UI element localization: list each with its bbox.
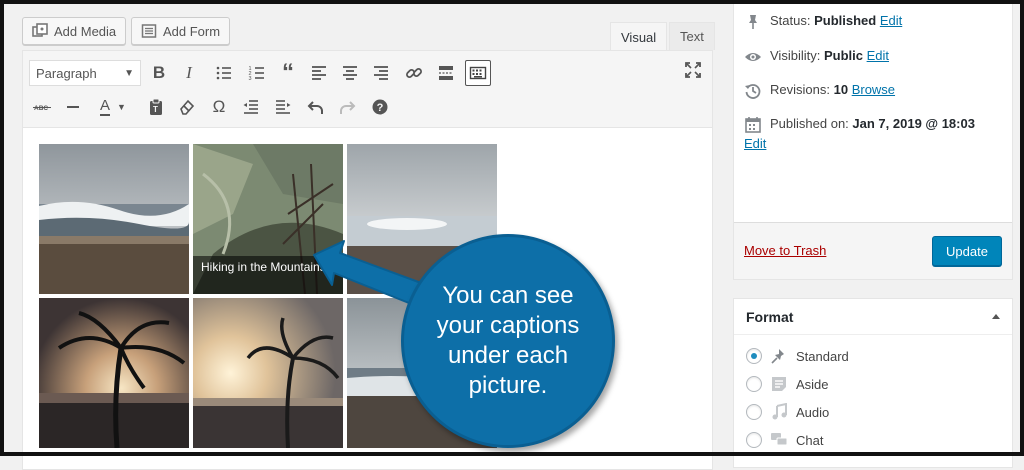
visibility-edit-link[interactable]: Edit — [867, 48, 889, 63]
status-row: Status: Published Edit — [744, 13, 902, 31]
read-more-icon[interactable] — [433, 60, 459, 86]
format-option-aside[interactable]: Aside — [746, 375, 829, 393]
numbered-list-icon[interactable]: 123 — [244, 60, 270, 86]
format-select-value: Paragraph — [36, 65, 97, 81]
add-form-label: Add Form — [163, 23, 221, 39]
gallery-image-palm-sunset-1[interactable] — [39, 298, 189, 448]
publish-actions: Move to Trash Update — [734, 222, 1012, 279]
outdent-icon[interactable] — [238, 94, 264, 120]
pin-icon — [771, 349, 784, 364]
status-value: Published — [814, 13, 877, 28]
update-button[interactable]: Update — [932, 236, 1002, 266]
svg-text:ABC: ABC — [34, 105, 48, 112]
status-edit-link[interactable]: Edit — [880, 13, 902, 28]
format-radio-standard[interactable] — [746, 348, 762, 364]
visibility-value: Public — [823, 48, 863, 63]
revisions-row: Revisions: 10 Browse — [744, 82, 895, 100]
revisions-value: 10 — [833, 82, 849, 97]
bulleted-list-icon[interactable] — [211, 60, 237, 86]
format-panel-header[interactable]: Format — [734, 299, 1012, 335]
aside-icon — [772, 377, 786, 391]
svg-text:T: T — [153, 105, 158, 114]
horizontal-line-icon[interactable] — [60, 94, 86, 120]
help-icon[interactable]: ? — [367, 94, 393, 120]
gallery-image-beach-wave[interactable] — [39, 144, 189, 294]
published-on-value: Jan 7, 2019 @ 18:03 — [852, 116, 975, 131]
tab-text[interactable]: Text — [669, 22, 715, 50]
format-radio-audio[interactable] — [746, 404, 762, 420]
tab-visual[interactable]: Visual — [610, 22, 668, 51]
collapse-caret-icon[interactable] — [992, 314, 1000, 319]
toolbar-toggle-icon[interactable] — [465, 60, 491, 86]
text-color-icon[interactable]: A ▼ — [93, 94, 133, 120]
eye-icon — [745, 53, 761, 61]
indent-icon[interactable] — [270, 94, 296, 120]
add-form-button[interactable]: Add Form — [131, 17, 231, 45]
strikethrough-icon[interactable]: ABC — [29, 94, 55, 120]
move-to-trash-link[interactable]: Move to Trash — [744, 243, 826, 258]
status-label: Status: — [770, 13, 811, 28]
bold-icon[interactable]: B — [146, 60, 172, 86]
media-icon — [32, 23, 48, 37]
history-icon — [745, 84, 761, 99]
format-label-chat: Chat — [796, 432, 824, 448]
calendar-icon — [745, 117, 761, 133]
revisions-browse-link[interactable]: Browse — [852, 82, 895, 97]
clear-formatting-icon[interactable] — [174, 94, 200, 120]
format-option-standard[interactable]: Standard — [746, 347, 849, 365]
published-on-row: Published on: Jan 7, 2019 @ 18:03 — [744, 116, 1004, 134]
format-label-standard: Standard — [796, 348, 849, 364]
callout-text: You can see your captions under each pic… — [436, 282, 580, 399]
format-panel-title: Format — [746, 308, 794, 325]
svg-text:?: ? — [377, 102, 384, 114]
callout-bubble: You can see your captions under each pic… — [401, 234, 615, 448]
fullscreen-icon[interactable] — [680, 57, 706, 83]
format-option-chat[interactable]: Chat — [746, 431, 823, 449]
published-on-edit-link[interactable]: Edit — [744, 136, 766, 151]
publish-panel: Status: Published Edit Visibility: Publi… — [733, 0, 1013, 280]
visibility-label: Visibility: — [770, 48, 821, 63]
editor-toolbar: Paragraph ▼ B I 123 “ ABC A ▼ T Ω ? — [23, 51, 712, 128]
format-panel: Format Standard Aside Audio Chat — [733, 298, 1013, 468]
paragraph-format-select[interactable]: Paragraph ▼ — [29, 60, 141, 86]
align-left-icon[interactable] — [306, 60, 332, 86]
align-center-icon[interactable] — [337, 60, 363, 86]
form-icon — [141, 24, 157, 38]
blockquote-icon[interactable]: “ — [275, 60, 301, 86]
add-media-button[interactable]: Add Media — [22, 17, 127, 45]
special-character-icon[interactable]: Ω — [206, 94, 232, 120]
format-label-aside: Aside — [796, 376, 829, 392]
revisions-label: Revisions: — [770, 82, 830, 97]
audio-icon — [772, 403, 787, 420]
format-label-audio: Audio — [796, 404, 830, 420]
chevron-down-icon: ▼ — [117, 102, 126, 112]
format-radio-aside[interactable] — [746, 376, 762, 392]
published-on-label: Published on: — [770, 116, 849, 131]
undo-icon[interactable] — [303, 94, 329, 120]
format-option-audio[interactable]: Audio — [746, 403, 829, 421]
chevron-down-icon: ▼ — [124, 67, 134, 79]
pin-icon — [749, 15, 757, 29]
svg-text:3: 3 — [249, 76, 252, 82]
format-radio-chat[interactable] — [746, 432, 762, 448]
visibility-row: Visibility: Public Edit — [744, 48, 889, 66]
text-color-letter: A — [100, 97, 111, 116]
paste-as-text-icon[interactable]: T — [143, 94, 169, 120]
italic-icon[interactable]: I — [176, 60, 202, 86]
chat-icon — [771, 433, 788, 446]
redo-icon[interactable] — [334, 94, 360, 120]
link-icon[interactable] — [401, 60, 427, 86]
align-right-icon[interactable] — [368, 60, 394, 86]
add-media-label: Add Media — [54, 23, 117, 39]
